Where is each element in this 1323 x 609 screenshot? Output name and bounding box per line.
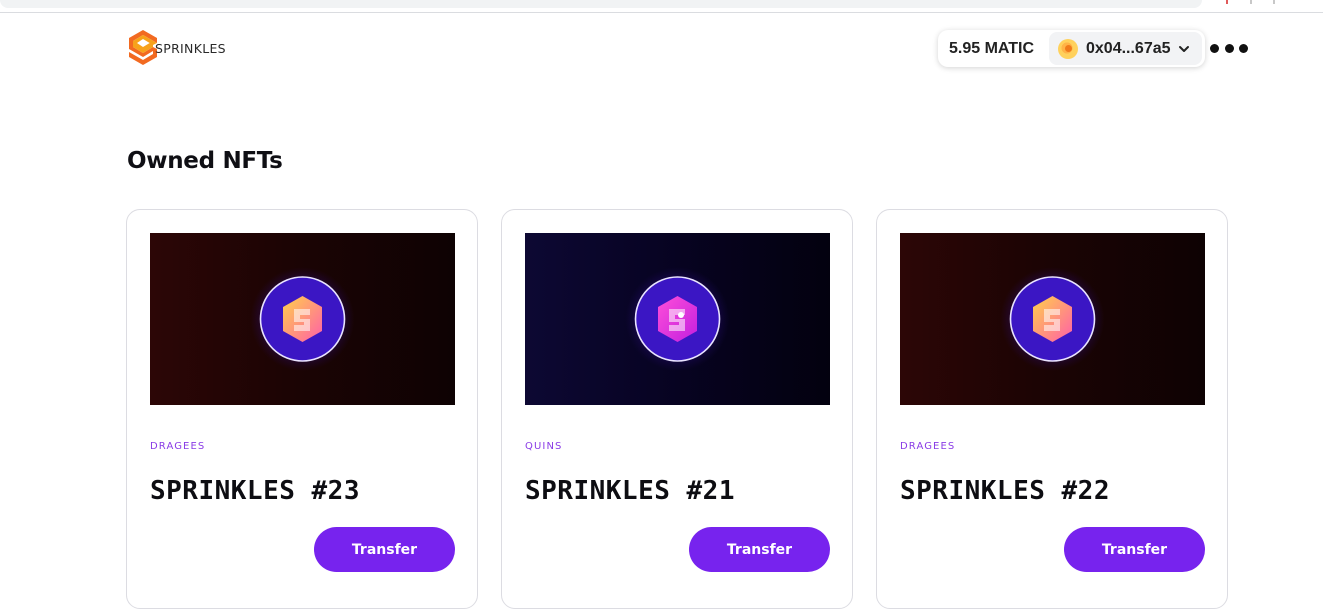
nft-card: DRAGEES SPRINKLES #22 Transfer — [876, 209, 1228, 609]
account-avatar — [1058, 38, 1078, 59]
nft-category: DRAGEES — [900, 441, 956, 452]
nft-category: DRAGEES — [150, 441, 206, 452]
nft-category: QUINS — [525, 441, 563, 452]
extension-icon[interactable] — [1273, 0, 1275, 4]
browser-address-bar-strip — [0, 0, 1323, 13]
more-options-button[interactable] — [1210, 39, 1248, 57]
wallet-connect-widget[interactable]: 5.95 MATIC 0x04...67a5 — [938, 30, 1205, 67]
nft-image[interactable] — [900, 233, 1205, 405]
account-dropdown[interactable]: 0x04...67a5 — [1049, 32, 1202, 65]
nft-artwork — [250, 267, 355, 371]
nft-name: SPRINKLES #22 — [900, 476, 1110, 506]
brand-logo[interactable]: SPRINKLES — [127, 29, 226, 66]
dot-icon — [1239, 43, 1248, 53]
wallet-address: 0x04...67a5 — [1086, 39, 1171, 57]
extension-icon[interactable] — [1250, 0, 1252, 4]
brand-name: SPRINKLES — [155, 40, 226, 56]
chevron-down-icon — [1178, 45, 1189, 52]
nft-artwork — [1000, 267, 1105, 371]
nft-card: DRAGEES SPRINKLES #23 Transfer — [126, 209, 478, 609]
transfer-button[interactable]: Transfer — [314, 527, 455, 572]
extension-icon[interactable] — [1226, 0, 1228, 4]
transfer-button[interactable]: Transfer — [1064, 527, 1205, 572]
nft-image[interactable] — [150, 233, 455, 405]
nft-image[interactable] — [525, 233, 830, 405]
wallet-balance: 5.95 MATIC — [949, 39, 1035, 57]
nft-name: SPRINKLES #23 — [150, 476, 360, 506]
nft-artwork — [625, 267, 730, 371]
transfer-button[interactable]: Transfer — [689, 527, 830, 572]
dot-icon — [1210, 43, 1219, 53]
address-bar[interactable] — [0, 0, 1202, 8]
page-title: Owned NFTs — [127, 148, 283, 174]
dot-icon — [1224, 43, 1234, 53]
nft-name: SPRINKLES #21 — [525, 476, 735, 506]
nft-card: QUINS SPRINKLES #21 Transfer — [501, 209, 853, 609]
